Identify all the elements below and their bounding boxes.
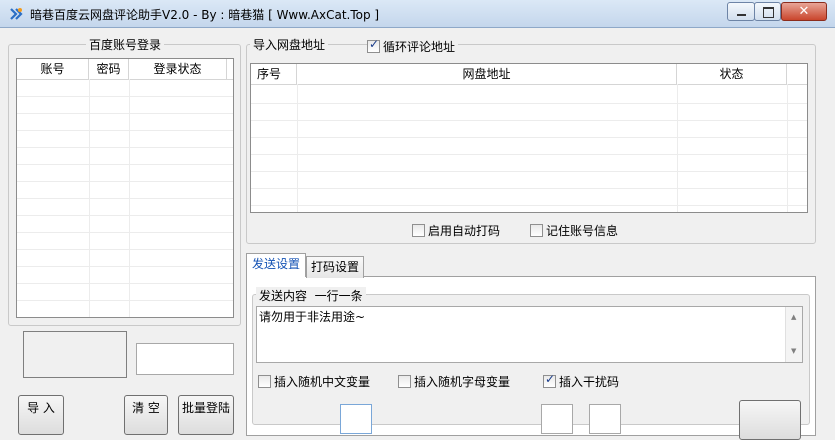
close-icon: ✕ xyxy=(798,4,810,19)
tab-captcha-settings[interactable]: 打码设置 xyxy=(306,256,364,278)
tab-captcha-settings-label: 打码设置 xyxy=(310,260,359,274)
random-chinese-label: 插入随机中文变量 xyxy=(274,375,371,389)
batch-login-button-label: 批量登陆 xyxy=(181,401,230,415)
captcha-input[interactable] xyxy=(136,343,234,375)
send-content-scrollbar[interactable]: ▲ ▼ xyxy=(785,307,802,362)
loop-comment-checkbox[interactable]: 循环评论地址 xyxy=(367,37,459,55)
clear-button[interactable]: 清 空 xyxy=(124,395,168,435)
auto-captcha-label: 启用自动打码 xyxy=(428,224,501,238)
auto-captcha-checkbox[interactable]: 启用自动打码 xyxy=(412,222,500,239)
start-button[interactable] xyxy=(739,400,801,440)
minimize-button[interactable] xyxy=(727,2,755,21)
account-list[interactable]: 账号 密码 登录状态 xyxy=(16,58,234,318)
captcha-image-box xyxy=(23,331,127,378)
url-list-header: 序号 网盘地址 状态 xyxy=(251,64,807,85)
delay-min-input[interactable] xyxy=(541,404,573,434)
random-letter-checkbox[interactable]: 插入随机字母变量 xyxy=(398,373,510,390)
close-button[interactable]: ✕ xyxy=(781,2,827,21)
random-chinese-check-icon xyxy=(258,375,271,388)
delay-max-input[interactable] xyxy=(589,404,621,434)
column-account[interactable]: 账号 xyxy=(17,59,89,79)
app-icon xyxy=(10,8,23,20)
column-password[interactable]: 密码 xyxy=(89,59,129,79)
remember-account-check-icon xyxy=(530,224,543,237)
send-content-textarea[interactable]: 请勿用于非法用途~ ▲ ▼ xyxy=(256,306,803,363)
random-letter-label: 插入随机字母变量 xyxy=(414,375,511,389)
column-index[interactable]: 序号 xyxy=(251,64,297,84)
import-button[interactable]: 导 入 xyxy=(18,395,64,435)
minimize-icon xyxy=(737,14,746,16)
send-content-text: 请勿用于非法用途~ xyxy=(259,310,366,324)
account-group-title: 百度账号登录 xyxy=(86,36,165,53)
maximize-button[interactable] xyxy=(754,2,781,21)
scroll-down-icon[interactable]: ▼ xyxy=(791,347,796,355)
noise-code-label: 插入干扰码 xyxy=(559,375,620,389)
clear-button-label: 清 空 xyxy=(132,401,160,415)
auto-captcha-check-icon xyxy=(412,224,425,237)
remember-account-label: 记住账号信息 xyxy=(546,224,619,238)
loop-comment-label: 循环评论地址 xyxy=(383,40,456,54)
url-group-title: 导入网盘地址 xyxy=(250,36,329,53)
import-button-label: 导 入 xyxy=(27,401,55,415)
maximize-icon xyxy=(763,7,774,18)
remember-account-checkbox[interactable]: 记住账号信息 xyxy=(530,222,618,239)
noise-code-check-icon xyxy=(543,372,556,388)
account-list-header: 账号 密码 登录状态 xyxy=(17,59,233,80)
column-status[interactable]: 状态 xyxy=(677,64,787,84)
batch-login-button[interactable]: 批量登陆 xyxy=(178,395,234,435)
loop-comment-check-icon xyxy=(367,37,380,53)
window-title: 暗巷百度云网盘评论助手V2.0 - By : 暗巷猫 [ Www.AxCat.T… xyxy=(30,8,380,22)
column-login-status[interactable]: 登录状态 xyxy=(129,59,227,79)
tab-send-settings[interactable]: 发送设置 xyxy=(246,253,306,277)
send-content-group-title: 发送内容 一行一条 xyxy=(256,287,366,304)
interval-input[interactable] xyxy=(340,404,372,434)
scroll-up-icon[interactable]: ▲ xyxy=(791,313,796,321)
random-letter-check-icon xyxy=(398,375,411,388)
url-list[interactable]: 序号 网盘地址 状态 xyxy=(250,63,808,213)
column-url[interactable]: 网盘地址 xyxy=(297,64,677,84)
tab-send-settings-label: 发送设置 xyxy=(251,257,300,271)
random-chinese-checkbox[interactable]: 插入随机中文变量 xyxy=(258,373,370,390)
noise-code-checkbox[interactable]: 插入干扰码 xyxy=(543,372,620,390)
